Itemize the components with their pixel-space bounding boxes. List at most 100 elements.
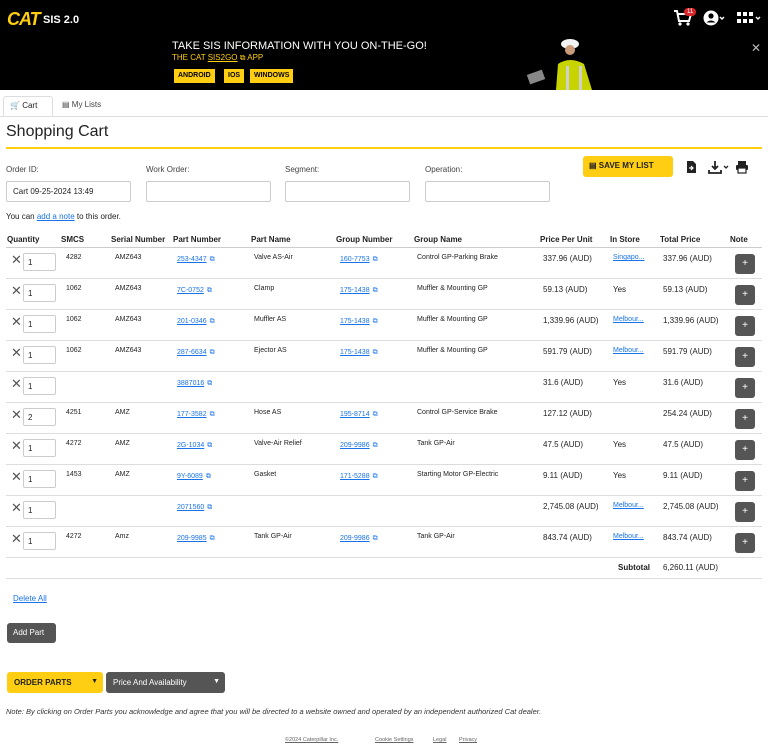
user-account-icon[interactable] [703,9,725,27]
remove-item-icon[interactable]: ✕ [11,438,22,454]
external-link-icon[interactable]: ⧉ [207,442,212,450]
footer-legal[interactable]: Legal [433,737,446,743]
external-link-icon[interactable]: ⧉ [373,411,378,419]
add-note-button[interactable]: + [735,502,755,522]
group-number-link[interactable]: 209-9986 [340,442,370,449]
store-link[interactable]: Singapo... [613,254,645,261]
part-number-link[interactable]: 3887016 [177,380,204,387]
external-link-icon[interactable]: ⧉ [373,318,378,326]
tab-my-lists[interactable]: ▤ My Lists [56,96,118,116]
external-link-icon[interactable]: ⧉ [210,318,215,326]
ios-button[interactable]: IOS [223,68,246,84]
group-number-link[interactable]: 175-1438 [340,349,370,356]
add-note-button[interactable]: + [735,533,755,553]
part-number-link[interactable]: 287-6634 [177,349,207,356]
external-link-icon[interactable]: ⧉ [210,256,215,264]
part-number-link[interactable]: 209-9985 [177,535,207,542]
external-link-icon[interactable]: ⧉ [210,535,215,543]
add-part-button[interactable]: Add Part [7,623,56,643]
remove-item-icon[interactable]: ✕ [11,345,22,361]
quantity-input[interactable]: 1 [23,501,56,519]
add-note-button[interactable]: + [735,254,755,274]
android-button[interactable]: ANDROID [173,68,216,84]
quantity-input[interactable]: 1 [23,470,56,488]
quantity-input[interactable]: 1 [23,284,56,302]
quantity-input[interactable]: 1 [23,346,56,364]
external-link-icon[interactable]: ⧉ [373,473,378,481]
order-parts-button[interactable]: ORDER PARTS ▼ [7,672,103,693]
part-number-link[interactable]: 7C-0752 [177,287,204,294]
external-link-icon[interactable]: ⧉ [373,442,378,450]
work-order-field[interactable] [146,181,271,202]
order-id-field[interactable]: Cart 09-25-2024 13:49 [6,181,131,202]
external-link-icon[interactable]: ⧉ [206,473,211,481]
add-note-button[interactable]: + [735,471,755,491]
external-link-icon[interactable]: ⧉ [207,504,212,512]
external-link-icon[interactable]: ⧉ [373,256,378,264]
delete-all-link[interactable]: Delete All [13,594,47,603]
quantity-input[interactable]: 1 [23,315,56,333]
part-number-link[interactable]: 2G-1034 [177,442,204,449]
sis2go-link[interactable]: SIS2GO [208,53,238,62]
group-number-link[interactable]: 160-7753 [340,256,370,263]
segment-field[interactable] [285,181,410,202]
group-number-link[interactable]: 209-9986 [340,535,370,542]
price-availability-button[interactable]: Price And Availability ▼ [106,672,225,693]
part-number-link[interactable]: 2071560 [177,504,204,511]
remove-item-icon[interactable]: ✕ [11,407,22,423]
footer-privacy[interactable]: Privacy [459,737,477,743]
add-note-button[interactable]: + [735,347,755,367]
group-number-link[interactable]: 171-5288 [340,473,370,480]
add-note-button[interactable]: + [735,285,755,305]
external-link-icon[interactable]: ⧉ [373,349,378,357]
store-link[interactable]: Melbour... [613,316,644,323]
add-note-link[interactable]: add a note [37,212,75,221]
operation-field[interactable] [425,181,550,202]
quantity-input[interactable]: 1 [23,377,56,395]
close-banner-icon[interactable]: ✕ [751,41,761,55]
remove-item-icon[interactable]: ✕ [11,376,22,392]
add-note-button[interactable]: + [735,440,755,460]
external-link-icon[interactable]: ⧉ [210,411,215,419]
remove-item-icon[interactable]: ✕ [11,252,22,268]
footer-copyright[interactable]: ©2024 Caterpillar Inc. [285,737,338,743]
part-number-link[interactable]: 253-4347 [177,256,207,263]
store-link[interactable]: Melbour... [613,502,644,509]
group-number-link[interactable]: 195-8714 [340,411,370,418]
print-icon[interactable] [735,160,749,174]
part-number-link[interactable]: 177-3582 [177,411,207,418]
external-link-icon[interactable]: ⧉ [207,380,212,388]
store-link[interactable]: Melbour... [613,533,644,540]
quantity-input[interactable]: 1 [23,439,56,457]
part-number-link[interactable]: 201-0346 [177,318,207,325]
export-document-icon[interactable] [684,160,698,174]
store-link[interactable]: Melbour... [613,347,644,354]
add-note-button[interactable]: + [735,409,755,429]
group-number-link[interactable]: 175-1438 [340,318,370,325]
quantity-input[interactable]: 1 [23,253,56,271]
tab-cart[interactable]: 🛒 Cart [3,96,53,116]
download-icon[interactable] [708,160,730,174]
external-link-icon[interactable]: ⧉ [373,287,378,295]
group-number-link[interactable]: 175-1438 [340,287,370,294]
caret-down-icon[interactable]: ▼ [213,678,220,685]
cat-logo[interactable]: CAT [7,9,41,30]
quantity-input[interactable]: 2 [23,408,56,426]
add-note-button[interactable]: + [735,378,755,398]
remove-item-icon[interactable]: ✕ [11,314,22,330]
windows-button[interactable]: WINDOWS [249,68,295,84]
part-number-link[interactable]: 9Y-6089 [177,473,203,480]
remove-item-icon[interactable]: ✕ [11,500,22,516]
remove-item-icon[interactable]: ✕ [11,531,22,547]
external-link-icon[interactable]: ⧉ [210,349,215,357]
add-note-button[interactable]: + [735,316,755,336]
external-link-icon[interactable]: ⧉ [207,287,212,295]
remove-item-icon[interactable]: ✕ [11,283,22,299]
caret-down-icon[interactable]: ▼ [91,678,98,685]
apps-menu-icon[interactable] [736,10,762,26]
remove-item-icon[interactable]: ✕ [11,469,22,485]
external-link-icon[interactable]: ⧉ [373,535,378,543]
footer-cookie-settings[interactable]: Cookie Settings [375,737,414,743]
save-my-list-button[interactable]: ▤ SAVE MY LIST [583,156,673,177]
quantity-input[interactable]: 1 [23,532,56,550]
